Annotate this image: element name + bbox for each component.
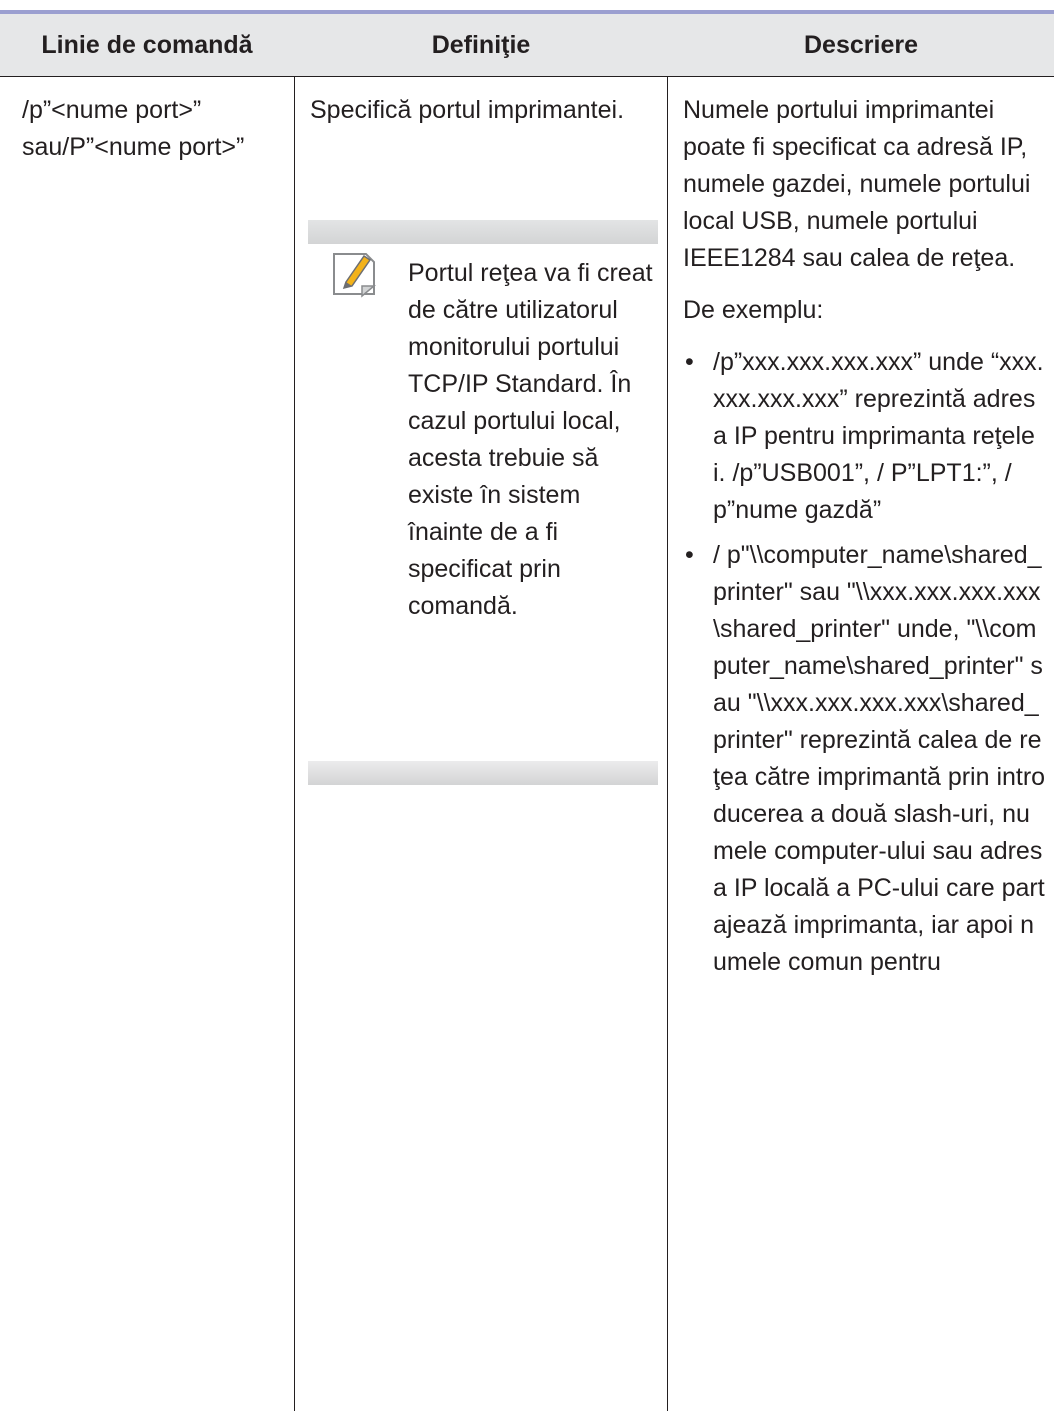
list-item: • /p”xxx.xxx.xxx.xxx” unde “xxx.xxx.xxx.… bbox=[683, 344, 1047, 529]
document-page: Linie de comandă Definiţie Descriere /p”… bbox=[0, 0, 1054, 1411]
header-definition: Definiţie bbox=[431, 30, 531, 59]
description-bullets: • /p”xxx.xxx.xxx.xxx” unde “xxx.xxx.xxx.… bbox=[683, 344, 1047, 981]
bullet-icon: • bbox=[685, 348, 694, 376]
description-cell: Numele portului imprimantei poate fi spe… bbox=[683, 92, 1047, 989]
header-description: Descriere bbox=[804, 30, 918, 59]
bullet-text: /p”xxx.xxx.xxx.xxx” unde “xxx.xxx.xxx.xx… bbox=[713, 348, 1044, 524]
bullet-icon: • bbox=[685, 541, 694, 569]
header-divider bbox=[0, 76, 1054, 77]
note-pencil-icon bbox=[328, 248, 380, 300]
header-command-line: Linie de comandă bbox=[41, 30, 253, 59]
note-top-bar bbox=[308, 220, 658, 244]
table-header: Linie de comandă Definiţie Descriere bbox=[0, 14, 1054, 76]
note-bottom-bar bbox=[308, 761, 658, 785]
note-box: Portul reţea va fi creat de către utiliz… bbox=[308, 220, 658, 785]
list-item: • / p"\\computer_name\shared_printer" sa… bbox=[683, 537, 1047, 981]
note-text: Portul reţea va fi creat de către utiliz… bbox=[408, 259, 653, 620]
definition-cell: Specifică portul imprimantei. bbox=[310, 96, 625, 124]
bullet-text: / p"\\computer_name\shared_printer" sau … bbox=[713, 541, 1046, 976]
description-intro: Numele portului imprimantei poate fi spe… bbox=[683, 96, 1031, 272]
command-cell: /p”<nume port>” sau/P”<nume port>” bbox=[22, 96, 245, 161]
column-divider bbox=[667, 76, 668, 1411]
column-divider bbox=[294, 76, 295, 1411]
description-example-label: De exemplu: bbox=[683, 296, 824, 324]
